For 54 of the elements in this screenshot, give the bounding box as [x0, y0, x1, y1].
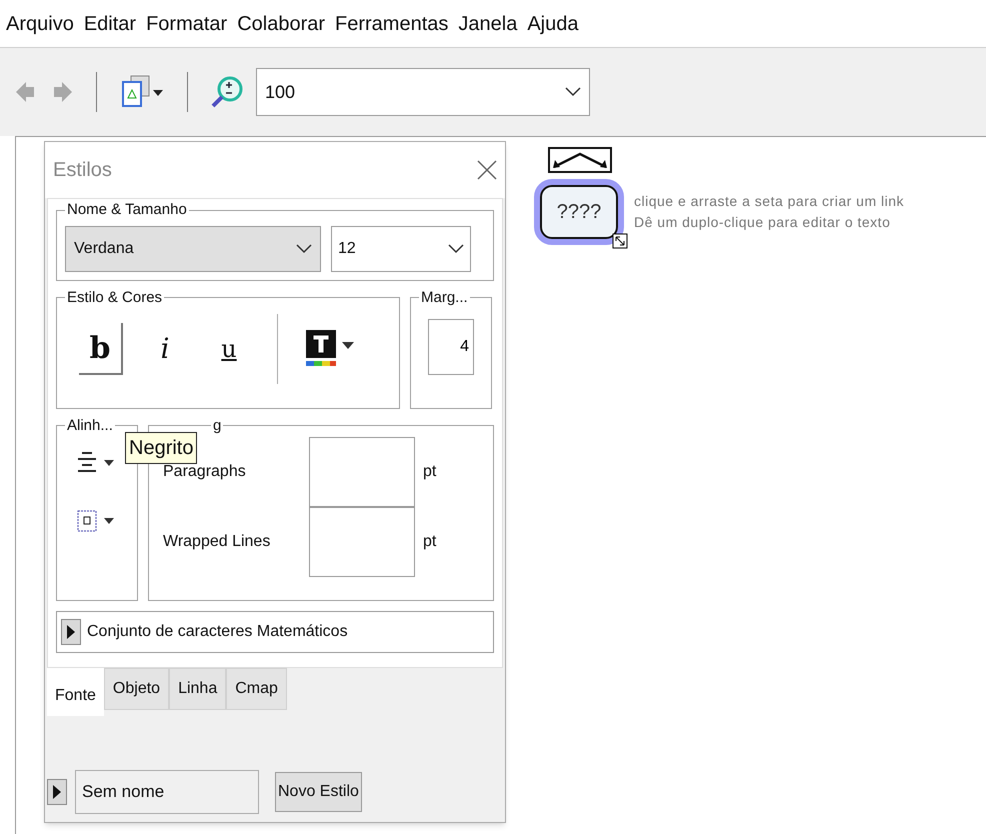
triangle-icon — [66, 624, 76, 638]
font-dropdown[interactable]: Verdana — [65, 226, 321, 272]
panel-tab[interactable]: Fonte — [47, 668, 104, 716]
hint-text: clique e arraste a seta para criar um link — [634, 192, 904, 211]
underline-button[interactable]: u — [207, 323, 251, 375]
zoom-icon[interactable] — [210, 75, 244, 109]
size-dropdown[interactable]: 12 — [331, 226, 471, 272]
margin-value: 4 — [460, 337, 469, 357]
expand-toggle[interactable] — [47, 779, 67, 805]
style-name-value: Sem nome — [82, 781, 164, 804]
panel-title: Estilos — [53, 158, 112, 183]
font-value: Verdana — [74, 238, 134, 258]
spacing-field[interactable] — [309, 437, 415, 507]
unit-label: pt — [423, 462, 436, 482]
style-name-field[interactable]: Sem nome — [75, 770, 259, 814]
new-style-button[interactable]: Novo Estilo — [275, 772, 362, 812]
link-arrows-icon[interactable] — [548, 147, 612, 173]
expand-toggle[interactable] — [61, 618, 81, 644]
view-windows-icon[interactable] — [119, 74, 165, 110]
menu-item[interactable]: Ferramentas — [335, 8, 448, 38]
math-charset-label: Conjunto de caracteres Matemáticos — [87, 622, 348, 642]
bold-button[interactable]: b — [79, 323, 123, 375]
resize-handle-icon[interactable] — [612, 233, 628, 249]
unit-label: pt — [423, 532, 436, 552]
group-label: Marg... — [420, 288, 469, 308]
zoom-dropdown[interactable]: 100 — [256, 68, 590, 116]
triangle-icon — [52, 785, 62, 799]
group-label: Alinh... — [66, 416, 114, 436]
hint-text: Dê um duplo-clique para editar o texto — [634, 213, 892, 232]
italic-button[interactable]: i — [143, 323, 187, 375]
concept-label: ???? — [556, 200, 602, 225]
chevron-down-icon — [296, 244, 312, 254]
margin-field[interactable]: 4 — [428, 319, 474, 375]
spacing-label: Paragraphs — [162, 462, 247, 482]
tooltip: Negrito — [125, 432, 198, 464]
chevron-down-icon — [448, 244, 464, 254]
menu-item[interactable]: Janela — [458, 8, 518, 38]
menu-item[interactable]: Arquivo — [6, 8, 74, 38]
zoom-value: 100 — [265, 80, 296, 104]
panel-tab[interactable]: Cmap — [226, 668, 287, 710]
spacing-label: Wrapped Lines — [162, 532, 272, 552]
menu-item[interactable]: Ajuda — [527, 8, 578, 38]
group-label: Estilo & Cores — [66, 288, 164, 308]
menu-item[interactable]: Editar — [84, 8, 136, 38]
spacing-field[interactable] — [309, 507, 415, 577]
panel-tab[interactable]: Objeto — [104, 668, 170, 710]
menu-item[interactable]: Formatar — [146, 8, 228, 38]
size-value: 12 — [338, 238, 356, 258]
group-label: g — [212, 416, 222, 436]
chevron-down-icon — [565, 87, 581, 97]
panel-tab[interactable]: Linha — [169, 668, 226, 710]
close-icon[interactable] — [477, 160, 497, 180]
menu-item[interactable]: Colaborar — [237, 8, 326, 38]
group-label: Nome & Tamanho — [66, 200, 188, 220]
